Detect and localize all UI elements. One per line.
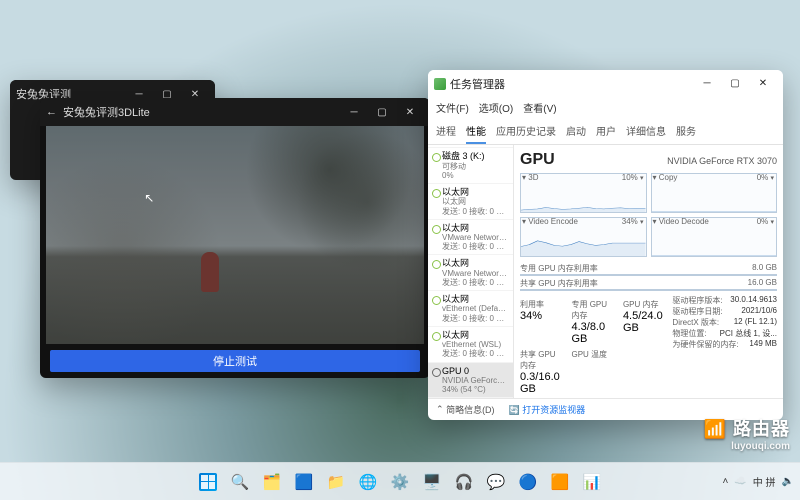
shared-gpu-memory-chart bbox=[520, 289, 777, 291]
tab-services[interactable]: 服务 bbox=[676, 119, 696, 144]
dedicated-mem-label: 专用 GPU 内存利用率 bbox=[520, 263, 598, 274]
gpu-driver-info: 驱动程序版本:30.0.14.9613驱动程序日期:2021/10/6Direc… bbox=[672, 295, 777, 395]
tray-ime-indicator[interactable]: 中 拼 bbox=[753, 474, 776, 489]
gpu-engine-chart[interactable]: ▾ 3D10% ▾ bbox=[520, 173, 647, 213]
menu-file[interactable]: 文件(F) bbox=[436, 100, 469, 115]
watermark: 📶 路由器 luyouqi.com bbox=[704, 415, 790, 452]
cursor-icon: ↖ bbox=[144, 191, 154, 205]
chat-app-icon[interactable]: 💬 bbox=[482, 468, 510, 496]
maximize-button[interactable]: ▢ bbox=[368, 100, 396, 124]
gpu-stat: 共享 GPU 内存0.3/16.0 GB bbox=[520, 349, 563, 395]
scene-object-boot bbox=[201, 252, 219, 292]
gpu-heading: GPU bbox=[520, 151, 555, 169]
sidebar-item[interactable]: 以太网VMware Network Ad...发送: 0 接收: 0 Kbps bbox=[428, 255, 513, 291]
benchmark-3d-viewport: ↖ bbox=[46, 126, 424, 344]
start-button[interactable] bbox=[194, 468, 222, 496]
sidebar-item[interactable]: 以太网以太网发送: 0 接收: 0 Kbps bbox=[428, 184, 513, 220]
task-manager-window: 任务管理器 ─ ▢ ✕ 文件(F) 选项(O) 查看(V) 进程 性能 应用历史… bbox=[428, 70, 783, 420]
task-manager-tabs: 进程 性能 应用历史记录 启动 用户 详细信息 服务 bbox=[428, 119, 783, 145]
tray-onedrive-icon[interactable]: ☁️ bbox=[734, 476, 746, 487]
menu-view[interactable]: 查看(V) bbox=[523, 100, 556, 115]
app-icon-b[interactable]: 🟧 bbox=[546, 468, 574, 496]
app-icon-a[interactable]: 🔵 bbox=[514, 468, 542, 496]
tray-chevron-icon[interactable]: ˄ bbox=[722, 476, 728, 487]
gpu-engine-chart[interactable]: ▾ Video Decode0% ▾ bbox=[651, 217, 778, 257]
gpu-detail-pane: GPU NVIDIA GeForce RTX 3070 ▾ 3D10% ▾▾ C… bbox=[514, 145, 783, 398]
performance-sidebar[interactable]: HDD0%磁盘 2 (C: H: I:)SSD0%磁盘 3 (K:)可移动0%以… bbox=[428, 145, 514, 398]
widgets-icon[interactable]: 🟦 bbox=[290, 468, 318, 496]
shared-mem-max: 16.0 GB bbox=[748, 278, 777, 289]
taskbar-search-icon[interactable]: 🔍 bbox=[226, 468, 254, 496]
sidebar-item[interactable]: 磁盘 3 (K:)可移动0% bbox=[428, 148, 513, 184]
tab-processes[interactable]: 进程 bbox=[436, 119, 456, 144]
task-manager-titlebar[interactable]: 任务管理器 ─ ▢ ✕ bbox=[428, 70, 783, 98]
minimize-button[interactable]: ─ bbox=[340, 100, 368, 124]
taskbar[interactable]: 🔍 🗂️ 🟦 📁 🌐 ⚙️ 🖥️ 🎧 💬 🔵 🟧 📊 ˄ ☁️ 中 拼 🔈 bbox=[0, 462, 800, 500]
menu-options[interactable]: 选项(O) bbox=[479, 100, 513, 115]
gpu-engine-chart-grid: ▾ 3D10% ▾▾ Copy0% ▾▾ Video Encode34% ▾▾ … bbox=[520, 173, 777, 257]
monitor-app-icon[interactable]: 🖥️ bbox=[418, 468, 446, 496]
edge-icon[interactable]: 🌐 bbox=[354, 468, 382, 496]
sidebar-item[interactable]: 以太网vEthernet (Default Sw...发送: 0 接收: 0 K… bbox=[428, 291, 513, 327]
task-manager-menubar: 文件(F) 选项(O) 查看(V) bbox=[428, 98, 783, 119]
task-manager-icon bbox=[434, 78, 446, 90]
system-tray[interactable]: ˄ ☁️ 中 拼 🔈 bbox=[722, 474, 794, 489]
gpu-engine-chart[interactable]: ▾ Copy0% ▾ bbox=[651, 173, 778, 213]
open-resource-monitor-link[interactable]: 🔄 打开资源监视器 bbox=[509, 403, 586, 416]
back-icon[interactable]: ← bbox=[46, 106, 57, 118]
tab-users[interactable]: 用户 bbox=[596, 119, 616, 144]
task-manager-title: 任务管理器 bbox=[450, 76, 693, 92]
sidebar-item[interactable]: 以太网VMware Network Ad...发送: 0 接收: 0 Kbps bbox=[428, 220, 513, 256]
explorer-icon[interactable]: 📁 bbox=[322, 468, 350, 496]
music-app-icon[interactable]: 🎧 bbox=[450, 468, 478, 496]
sidebar-item[interactable]: 以太网vEthernet (WSL)发送: 0 接收: 0 Kbps bbox=[428, 327, 513, 363]
tab-performance[interactable]: 性能 bbox=[466, 119, 486, 144]
close-button[interactable]: ✕ bbox=[749, 72, 777, 96]
gpu-stat: 利用率34% bbox=[520, 299, 563, 345]
close-button[interactable]: ✕ bbox=[396, 100, 424, 124]
stop-test-button[interactable]: 停止测试 bbox=[50, 350, 420, 372]
tray-speaker-icon[interactable]: 🔈 bbox=[782, 476, 794, 487]
settings-icon[interactable]: ⚙️ bbox=[386, 468, 414, 496]
minimize-button[interactable]: ─ bbox=[693, 72, 721, 96]
taskmgr-taskbar-icon[interactable]: 📊 bbox=[578, 468, 606, 496]
watermark-icon: 📶 bbox=[704, 419, 727, 439]
fewer-details-toggle[interactable]: ⌃ 简略信息(D) bbox=[436, 403, 495, 416]
dedicated-gpu-memory-chart bbox=[520, 274, 777, 276]
gpu-engine-chart[interactable]: ▾ Video Encode34% ▾ bbox=[520, 217, 647, 257]
tab-details[interactable]: 详细信息 bbox=[626, 119, 666, 144]
antutu-3dlite-title: 安兔兔评测3DLite bbox=[63, 104, 340, 120]
tab-app-history[interactable]: 应用历史记录 bbox=[496, 119, 556, 144]
antutu-3dlite-titlebar[interactable]: ← 安兔兔评测3DLite ─ ▢ ✕ bbox=[40, 98, 430, 126]
dedicated-mem-max: 8.0 GB bbox=[752, 263, 777, 274]
gpu-model-label: NVIDIA GeForce RTX 3070 bbox=[667, 156, 777, 166]
gpu-stat: GPU 内存4.5/24.0 GB bbox=[623, 299, 666, 345]
maximize-button[interactable]: ▢ bbox=[721, 72, 749, 96]
shared-mem-label: 共享 GPU 内存利用率 bbox=[520, 278, 598, 289]
sidebar-item[interactable]: GPU 0NVIDIA GeForce RTX ...34% (54 °C) bbox=[428, 363, 513, 398]
tab-startup[interactable]: 启动 bbox=[566, 119, 586, 144]
gpu-stat: GPU 温度 bbox=[571, 349, 614, 395]
antutu-3dlite-window: ← 安兔兔评测3DLite ─ ▢ ✕ ↖ 停止测试 bbox=[40, 98, 430, 378]
task-view-icon[interactable]: 🗂️ bbox=[258, 468, 286, 496]
gpu-stat: 专用 GPU 内存4.3/8.0 GB bbox=[571, 299, 614, 345]
